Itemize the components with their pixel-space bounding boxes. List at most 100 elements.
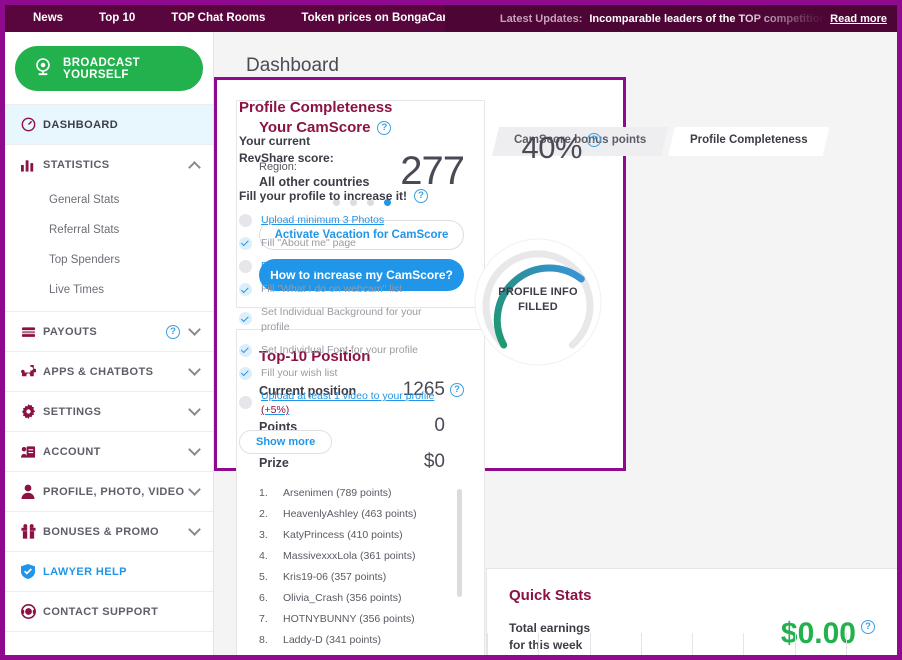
gauge-label-line1: PROFILE INFO [498,286,578,298]
quick-stats-card: Quick Stats Total earnings for this week… [486,568,897,655]
list-item: Fill your wish list [239,366,451,380]
sidebar-subitem-general-stats[interactable]: General Stats [5,185,213,215]
sidebar-item-settings[interactable]: SETTINGS [5,392,213,432]
sidebar-subitem-live-times[interactable]: Live Times [5,275,213,305]
revshare-score-label-line2: RevShare score: [239,151,334,166]
nav-link-news[interactable]: News [15,5,81,32]
sidebar-item-payouts[interactable]: PAYOUTS ? [5,312,213,352]
page-title: Dashboard [246,55,339,76]
list-item-label: MassivexxxLola (361 points) [283,550,416,562]
sidebar-subitem-top-spenders[interactable]: Top Spenders [5,245,213,275]
checklist-item-label: Fill "What I do on webcam" list [261,283,403,296]
table-column [794,633,846,655]
top-navigation-bar: News Top 10 TOP Chat Rooms Token prices … [5,5,897,32]
checklist-item-bonus: (+5%) [261,404,290,417]
sidebar-item-apps-chatbots[interactable]: APPS & CHATBOTS [5,352,213,392]
speedometer-icon [21,117,43,132]
sidebar-subitem-referral-stats[interactable]: Referral Stats [5,215,213,245]
sidebar-item-payouts-label: PAYOUTS [43,325,98,338]
tab-profile-completeness[interactable]: Profile Completeness [668,127,830,156]
sidebar-item-lawyer-help[interactable]: LAWYER HELP [5,552,213,592]
sidebar-item-lawyer-help-label: LAWYER HELP [43,565,127,578]
nav-link-token-prices-label: Token prices on BongaCams [301,12,460,24]
nav-link-top-10[interactable]: Top 10 [81,5,153,32]
list-item-index: 1. [259,487,268,499]
checkbox-checked-icon[interactable] [239,236,252,250]
chevron-down-icon[interactable] [188,363,201,376]
sidebar-item-apps-chatbots-label: APPS & CHATBOTS [43,365,154,378]
nav-link-top-chat-rooms[interactable]: TOP Chat Rooms [153,5,283,32]
chevron-down-icon[interactable] [188,443,201,456]
checklist-item-label: Set Individual Background for your profi… [261,306,422,333]
revshare-score-label: Your current RevShare score: [239,133,334,168]
broadcast-yourself-label: BROADCAST YOURSELF [63,56,141,81]
checklist-item-label[interactable]: Upload minimum 3 Photos [261,213,384,227]
checkbox-unchecked-icon[interactable] [239,213,252,227]
profile-info-gauge: PROFILE INFO FILLED [473,237,603,367]
list-item: 4. MassivexxxLola (361 points) [259,550,464,562]
list-item-index: 7. [259,613,268,625]
gauge-label-line2: FILLED [518,300,558,313]
list-item: 3. KatyPrincess (410 points) [259,529,464,541]
sidebar-item-dashboard[interactable]: DASHBOARD [5,105,213,145]
list-item-index: 3. [259,529,268,541]
list-item-index: 2. [259,508,268,520]
latest-updates-label: Latest Updates: [499,12,583,25]
main-content: Dashboard Your CamScore ? Region: All ot… [214,32,897,655]
show-more-button[interactable]: Show more [239,429,333,454]
fill-profile-help-icon[interactable]: ? [414,188,429,203]
revshare-score-row: Your current RevShare score: 40% ? [239,130,601,168]
top10-leaderboard-list[interactable]: 1. Arsenimen (789 points) 2. HeavenlyAsh… [259,487,464,655]
table-column [743,633,794,655]
list-item: Fill "About me" page [239,236,451,250]
gift-icon [21,524,43,539]
sidebar-item-profile-photo-video[interactable]: PROFILE, PHOTO, VIDEO [5,472,213,512]
chevron-down-icon[interactable] [188,403,201,416]
revshare-help-icon[interactable]: ? [587,133,601,147]
checkbox-checked-icon[interactable] [239,283,252,297]
chevron-up-icon[interactable] [188,160,201,174]
table-column [845,633,897,655]
broadcast-yourself-button[interactable]: BROADCAST YOURSELF [15,46,203,91]
list-item: Set Individual Background for your profi… [239,305,451,333]
revshare-score-value-wrap: 40% ? [521,130,601,165]
id-card-icon [21,445,43,459]
sidebar-item-contact-support[interactable]: CONTACT SUPPORT [5,592,213,632]
chevron-down-icon[interactable] [188,483,201,496]
read-more-link[interactable]: Read more [830,13,887,25]
quick-stats-table [487,633,897,655]
table-column [640,633,692,655]
revshare-score-percent: 40% [521,130,582,165]
list-item-index: 5. [259,571,268,583]
checkbox-checked-icon[interactable] [239,343,252,357]
quick-stats-help-icon[interactable]: ? [861,620,875,634]
table-column [487,633,538,655]
sidebar-item-profile-photo-video-label: PROFILE, PHOTO, VIDEO [43,485,185,498]
checkbox-unchecked-icon[interactable] [239,260,252,274]
checklist-item-label[interactable]: Fill your schedule [261,259,343,273]
payouts-help-icon[interactable]: ? [166,324,180,339]
list-item-label: Olivia_Crash (356 points) [283,592,402,604]
sidebar-item-bonuses-promo-label: BONUSES & PROMO [43,525,160,538]
list-item-label: HOTNYBUNNY (356 points) [283,613,415,625]
revshare-score-label-line1: Your current [239,134,311,148]
list-item-label: Laddy-D (341 points) [283,634,382,646]
list-item-label: Kris19-06 (357 points) [283,571,387,583]
list-item: Fill "What I do on webcam" list [239,282,451,297]
chevron-down-icon[interactable] [188,523,201,536]
checkbox-checked-icon[interactable] [239,366,252,380]
checklist-item-label[interactable]: Upload at least 1 video to your profile … [261,389,451,417]
chevron-down-icon[interactable] [188,323,201,336]
fill-profile-label: Fill your profile to increase it! [239,188,408,203]
top10-scrollbar[interactable] [457,489,462,597]
sidebar-item-bonuses-promo[interactable]: BONUSES & PROMO [5,512,213,552]
sidebar-item-account[interactable]: ACCOUNT [5,432,213,472]
cash-icon [21,325,43,339]
broadcast-section: BROADCAST YOURSELF [5,32,213,105]
sidebar-item-account-label: ACCOUNT [43,445,101,458]
checkbox-checked-icon[interactable] [239,312,252,326]
table-column [589,633,641,655]
shield-check-icon [21,564,43,579]
checkbox-unchecked-icon[interactable] [239,396,252,410]
sidebar-item-statistics[interactable]: STATISTICS [5,145,213,185]
